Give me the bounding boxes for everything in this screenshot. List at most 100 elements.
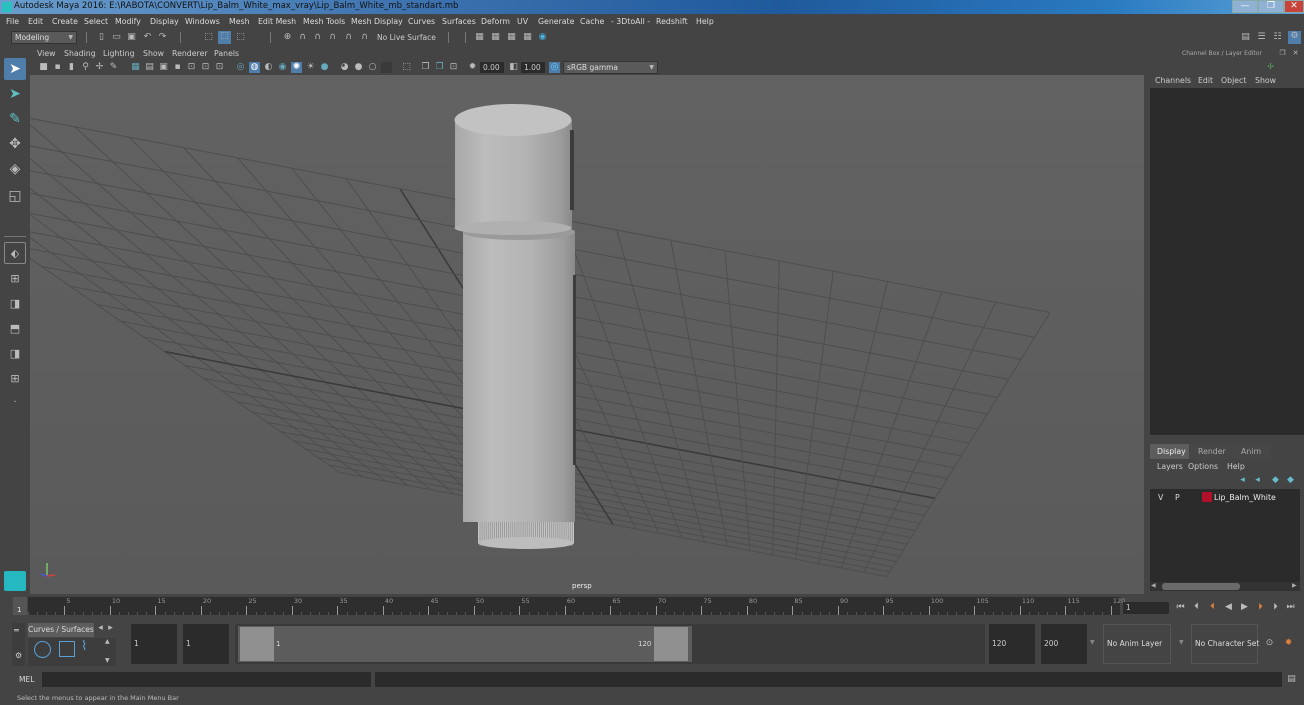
exposure-field[interactable]: 0.00 xyxy=(480,62,504,73)
ambient-occlusion-icon[interactable]: ● xyxy=(319,62,330,73)
snap-curve-icon[interactable]: ∩ xyxy=(297,32,308,43)
layout-options-icon[interactable]: · xyxy=(4,392,26,414)
tab-anim[interactable]: Anim xyxy=(1231,444,1271,459)
scrollbar-thumb[interactable] xyxy=(1162,583,1240,590)
snap-point-icon[interactable]: ∩ xyxy=(312,32,323,43)
menu-modify[interactable]: Modify xyxy=(115,17,141,26)
menu-display[interactable]: Display xyxy=(150,17,179,26)
timeline-ruler[interactable]: 5 10 15 20 25 30 35 40 45 50 55 60 65 70 75 80 85 90 95 100… xyxy=(28,597,1125,615)
tool-settings-icon[interactable]: ☷ xyxy=(1272,32,1283,43)
safe-title-icon[interactable]: ⊡ xyxy=(214,62,225,73)
field-chart-icon[interactable]: ⊡ xyxy=(186,62,197,73)
step-forward-key-icon[interactable]: ⏵ xyxy=(1270,602,1281,613)
viewport-menu-renderer[interactable]: Renderer xyxy=(172,49,208,58)
menu-curves[interactable]: Curves xyxy=(408,17,435,26)
isolate-select-icon[interactable] xyxy=(381,62,392,73)
command-language-label[interactable]: MEL xyxy=(19,675,34,684)
viewport-menu-shading[interactable]: Shading xyxy=(64,49,96,58)
persp-graph-layout-icon[interactable]: ⬒ xyxy=(4,318,26,340)
animation-preferences-icon[interactable]: ✸ xyxy=(1283,638,1294,649)
close-button[interactable]: ✕ xyxy=(1284,0,1304,13)
new-scene-icon[interactable]: ▯ xyxy=(96,32,107,43)
menu-edit[interactable]: Edit xyxy=(28,17,43,26)
color-management-icon[interactable]: ◎ xyxy=(549,62,560,73)
step-forward-frame-icon[interactable]: ⏵ xyxy=(1255,602,1266,613)
show-menu[interactable]: Show xyxy=(1255,76,1276,85)
menu-surfaces[interactable]: Surfaces xyxy=(442,17,476,26)
paint-select-tool-icon[interactable]: ✎ xyxy=(4,108,26,130)
step-back-key-icon[interactable]: ⏴ xyxy=(1191,602,1202,613)
end-time-field[interactable]: 200 xyxy=(1041,624,1087,664)
layer-horizontal-scrollbar[interactable]: ◀ ▶ xyxy=(1150,582,1300,591)
exposure-icon[interactable]: ✹ xyxy=(467,62,478,73)
anim-layer-chevron-icon[interactable]: ▼ xyxy=(1090,639,1095,646)
ipr-render-icon[interactable]: ▦ xyxy=(506,32,517,43)
menu-edit-mesh[interactable]: Edit Mesh xyxy=(258,17,296,26)
grease-pencil-icon[interactable]: ✎ xyxy=(108,62,119,73)
menu-create[interactable]: Create xyxy=(52,17,78,26)
close-panel-icon[interactable]: ✕ xyxy=(1290,48,1301,59)
scroll-left-icon[interactable]: ◀ xyxy=(1151,582,1156,589)
lasso-tool-icon[interactable]: ➤ xyxy=(4,83,26,105)
select-camera-icon[interactable]: ⬚ xyxy=(401,62,412,73)
channels-menu[interactable]: Channels xyxy=(1155,76,1191,85)
go-to-end-icon[interactable]: ⏭ xyxy=(1285,602,1296,613)
screen-space-ao-icon[interactable]: ❐ xyxy=(434,62,445,73)
motion-blur-icon[interactable]: ⊡ xyxy=(448,62,459,73)
2d-pan-zoom-icon[interactable]: ✢ xyxy=(94,62,105,73)
layer-color-swatch[interactable] xyxy=(1202,492,1212,502)
float-panel-icon[interactable]: ❐ xyxy=(1277,48,1288,59)
play-forward-icon[interactable]: ▶ xyxy=(1239,602,1250,613)
xray-icon[interactable]: ◕ xyxy=(339,62,350,73)
shadows-icon[interactable]: ☀ xyxy=(305,62,316,73)
gamma-icon[interactable]: ◧ xyxy=(508,62,519,73)
auto-key-icon[interactable]: ⊙ xyxy=(1264,638,1275,649)
wireframe-icon[interactable]: ◎ xyxy=(235,62,246,73)
menu-uv[interactable]: UV xyxy=(517,17,528,26)
persp-hypershade-layout-icon[interactable]: ◨ xyxy=(4,343,26,365)
rotate-tool-icon[interactable]: ◈ xyxy=(4,158,26,180)
save-scene-icon[interactable]: ▣ xyxy=(126,32,137,43)
move-tool-icon[interactable]: ✥ xyxy=(4,133,26,155)
playback-end-field[interactable]: 120 xyxy=(989,624,1035,664)
playback-start-field[interactable]: 1 xyxy=(183,624,229,664)
character-set-chevron-icon[interactable]: ▼ xyxy=(1179,639,1184,646)
new-layer-icon[interactable]: ◆ xyxy=(1270,475,1281,486)
menu-redshift[interactable]: Redshift xyxy=(656,17,688,26)
layer-visibility-toggle[interactable]: V xyxy=(1158,493,1163,502)
open-scene-icon[interactable]: ▭ xyxy=(111,32,122,43)
redo-icon[interactable]: ↷ xyxy=(157,32,168,43)
object-menu[interactable]: Object xyxy=(1221,76,1246,85)
gate-mask-icon[interactable]: ▪ xyxy=(172,62,183,73)
script-editor-icon[interactable]: ▤ xyxy=(1286,674,1297,685)
single-perspective-layout-icon[interactable]: ⬖ xyxy=(4,242,26,264)
range-end-handle[interactable] xyxy=(654,627,688,661)
shelf-next-icon[interactable]: ▸ xyxy=(105,623,116,634)
menu-mesh-display[interactable]: Mesh Display xyxy=(351,17,403,26)
menu-file[interactable]: File xyxy=(6,17,19,26)
persp-outliner-layout-icon[interactable]: ◨ xyxy=(4,293,26,315)
render-current-frame-icon[interactable]: ▦ xyxy=(490,32,501,43)
maximize-button[interactable]: ❐ xyxy=(1258,0,1284,13)
perspective-viewport[interactable]: persp xyxy=(30,75,1144,594)
image-plane-icon[interactable]: ⚲ xyxy=(80,62,91,73)
move-layer-down-icon[interactable]: ◂ xyxy=(1252,475,1263,486)
menu-mesh[interactable]: Mesh xyxy=(229,17,250,26)
anim-layer-dropdown[interactable]: No Anim Layer xyxy=(1103,624,1171,664)
nurbs-circle-icon[interactable] xyxy=(34,641,51,658)
mode-menu-dropdown[interactable]: Modeling ▼ xyxy=(11,31,77,44)
current-frame-marker[interactable]: 1 xyxy=(13,597,27,615)
current-frame-field[interactable]: 1 xyxy=(1123,602,1169,614)
select-component-icon[interactable]: ⬚ xyxy=(235,32,246,43)
shelf-menu-icon[interactable]: ═ xyxy=(14,626,19,635)
shelf-settings-icon[interactable]: ⚙ xyxy=(15,651,22,660)
select-tool-icon[interactable]: ➤ xyxy=(4,58,26,80)
menu-3dtoall[interactable]: - 3DtoAll - xyxy=(611,17,650,26)
viewport-menu-lighting[interactable]: Lighting xyxy=(103,49,135,58)
smooth-shade-icon[interactable]: ◍ xyxy=(249,62,260,73)
four-view-layout-icon[interactable]: ⊞ xyxy=(4,268,26,290)
new-layer-selected-icon[interactable]: ◆ xyxy=(1285,475,1296,486)
snap-live-icon[interactable]: ∩ xyxy=(343,32,354,43)
menu-select[interactable]: Select xyxy=(84,17,108,26)
go-to-start-icon[interactable]: ⏮ xyxy=(1175,602,1186,613)
